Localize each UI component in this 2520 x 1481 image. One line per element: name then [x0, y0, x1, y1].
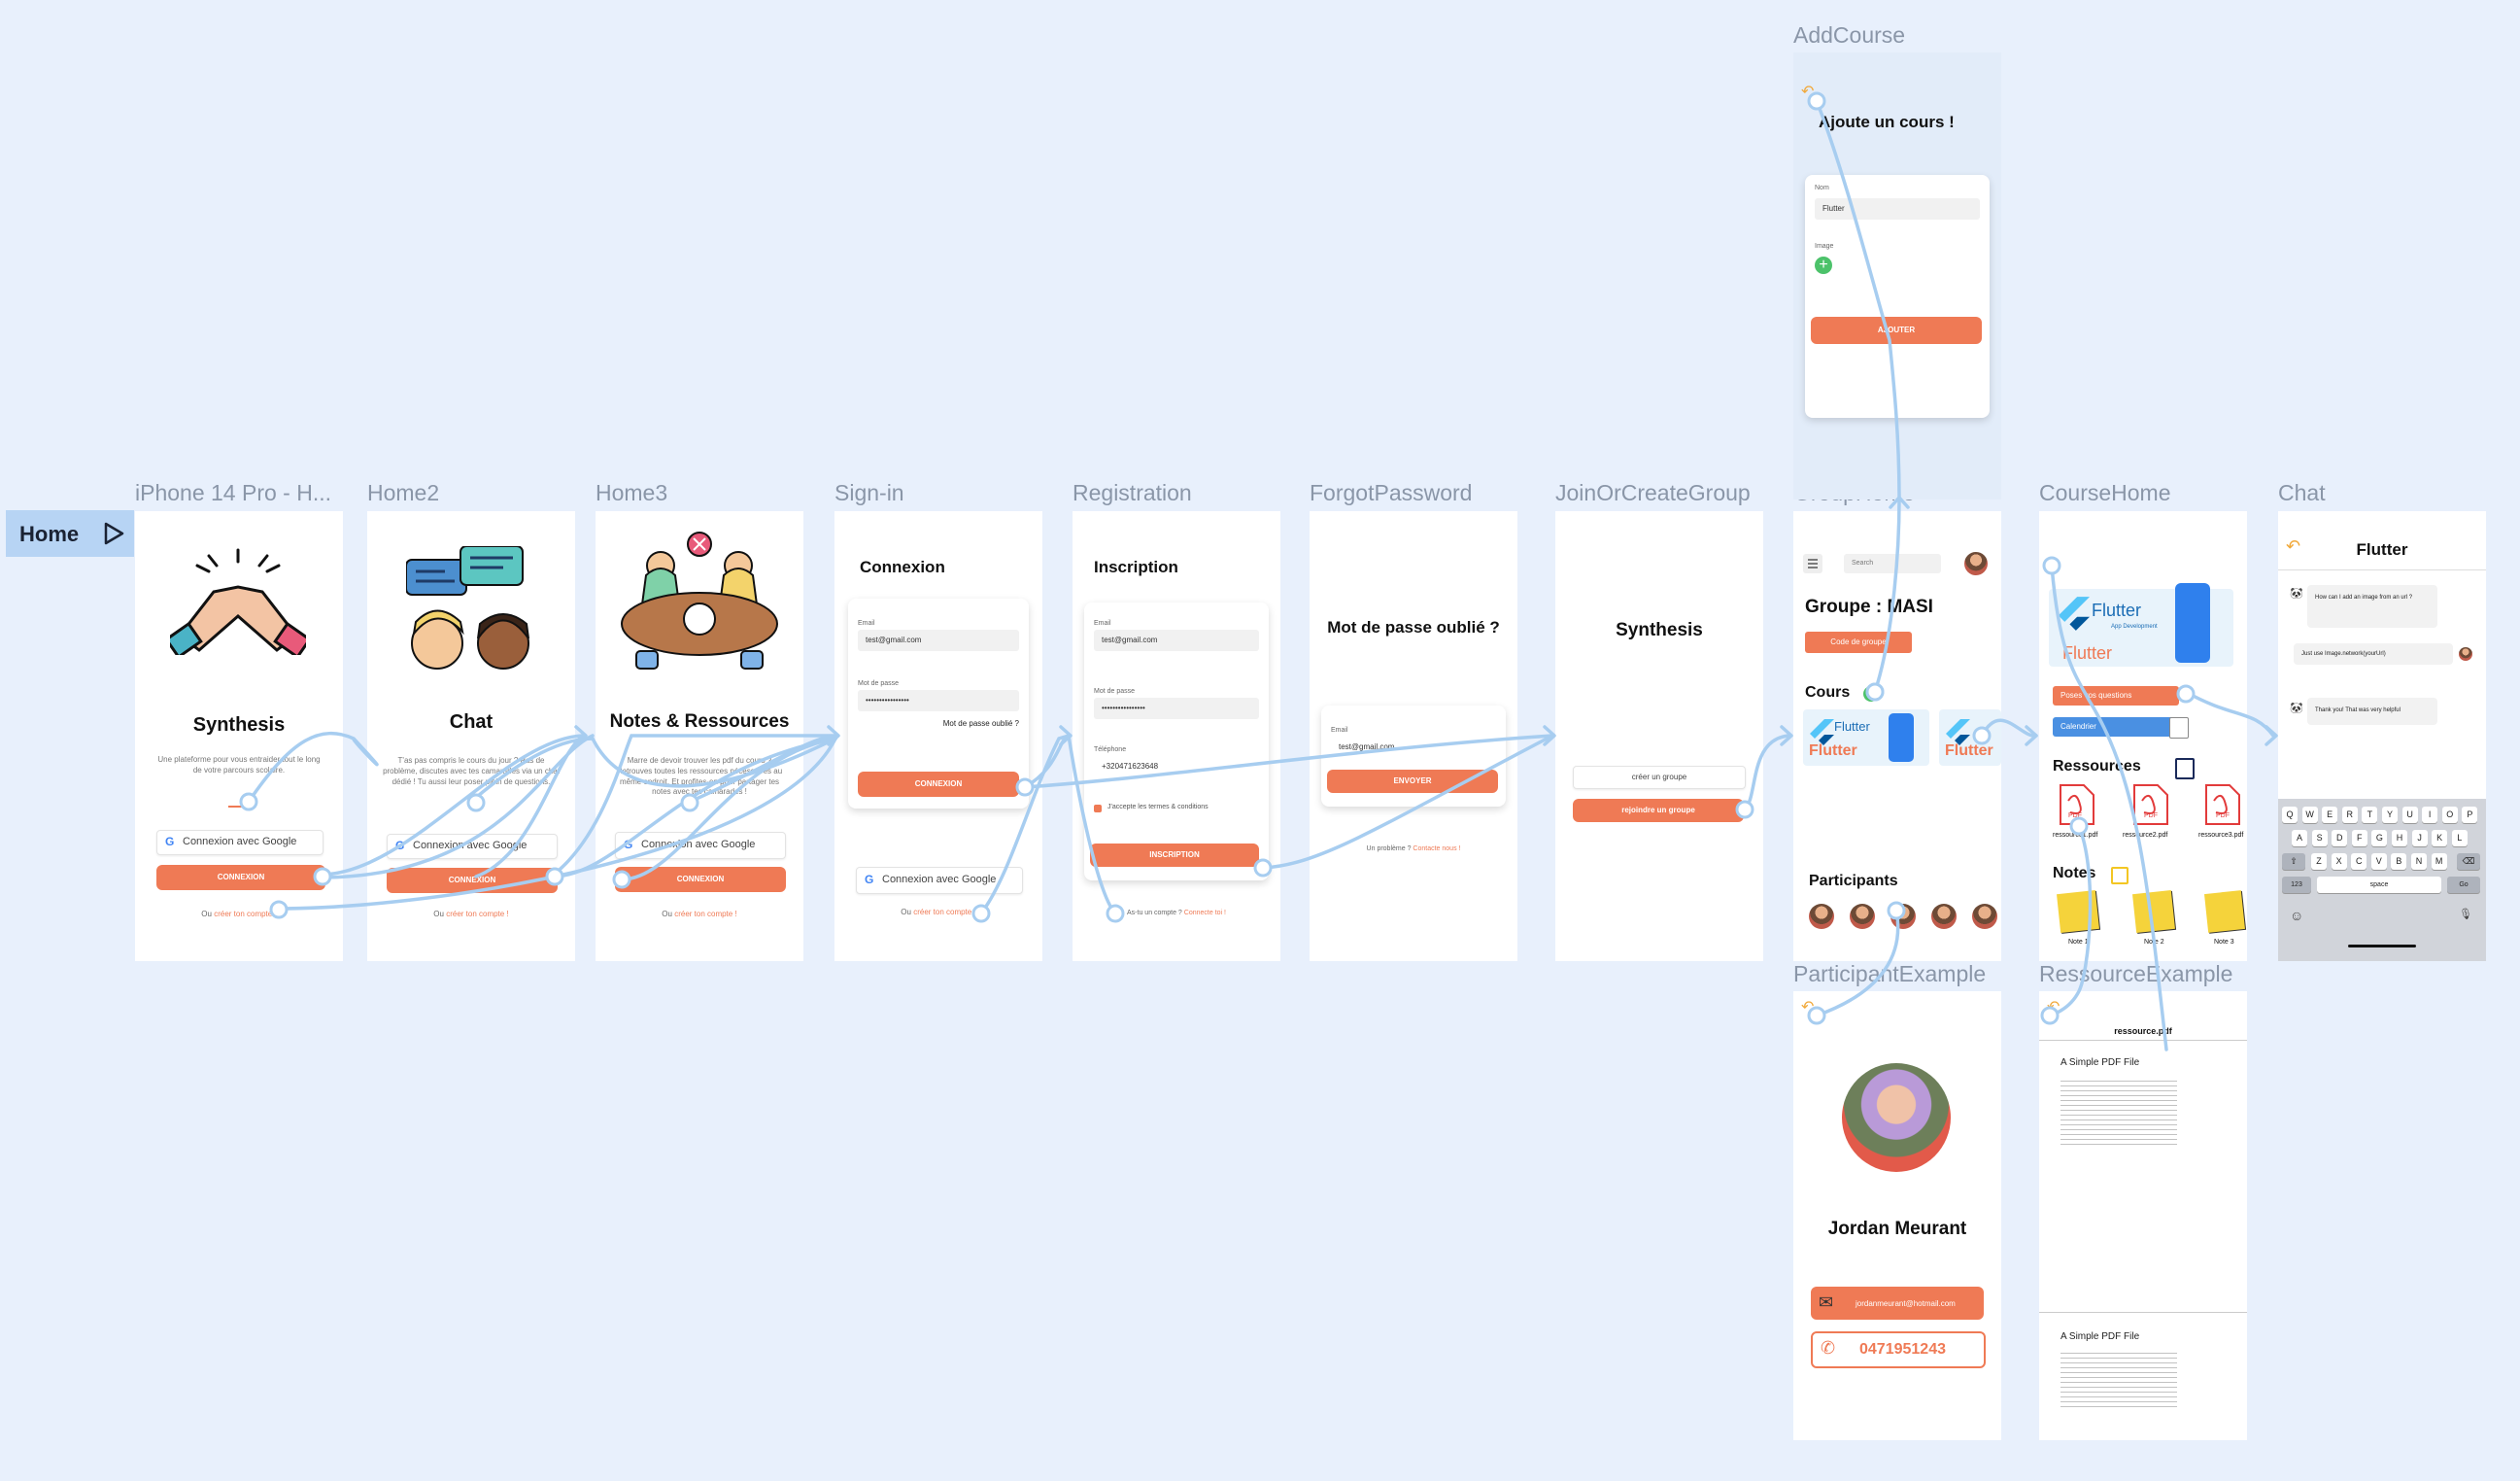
prototype-connections: [239, 91, 2278, 1051]
